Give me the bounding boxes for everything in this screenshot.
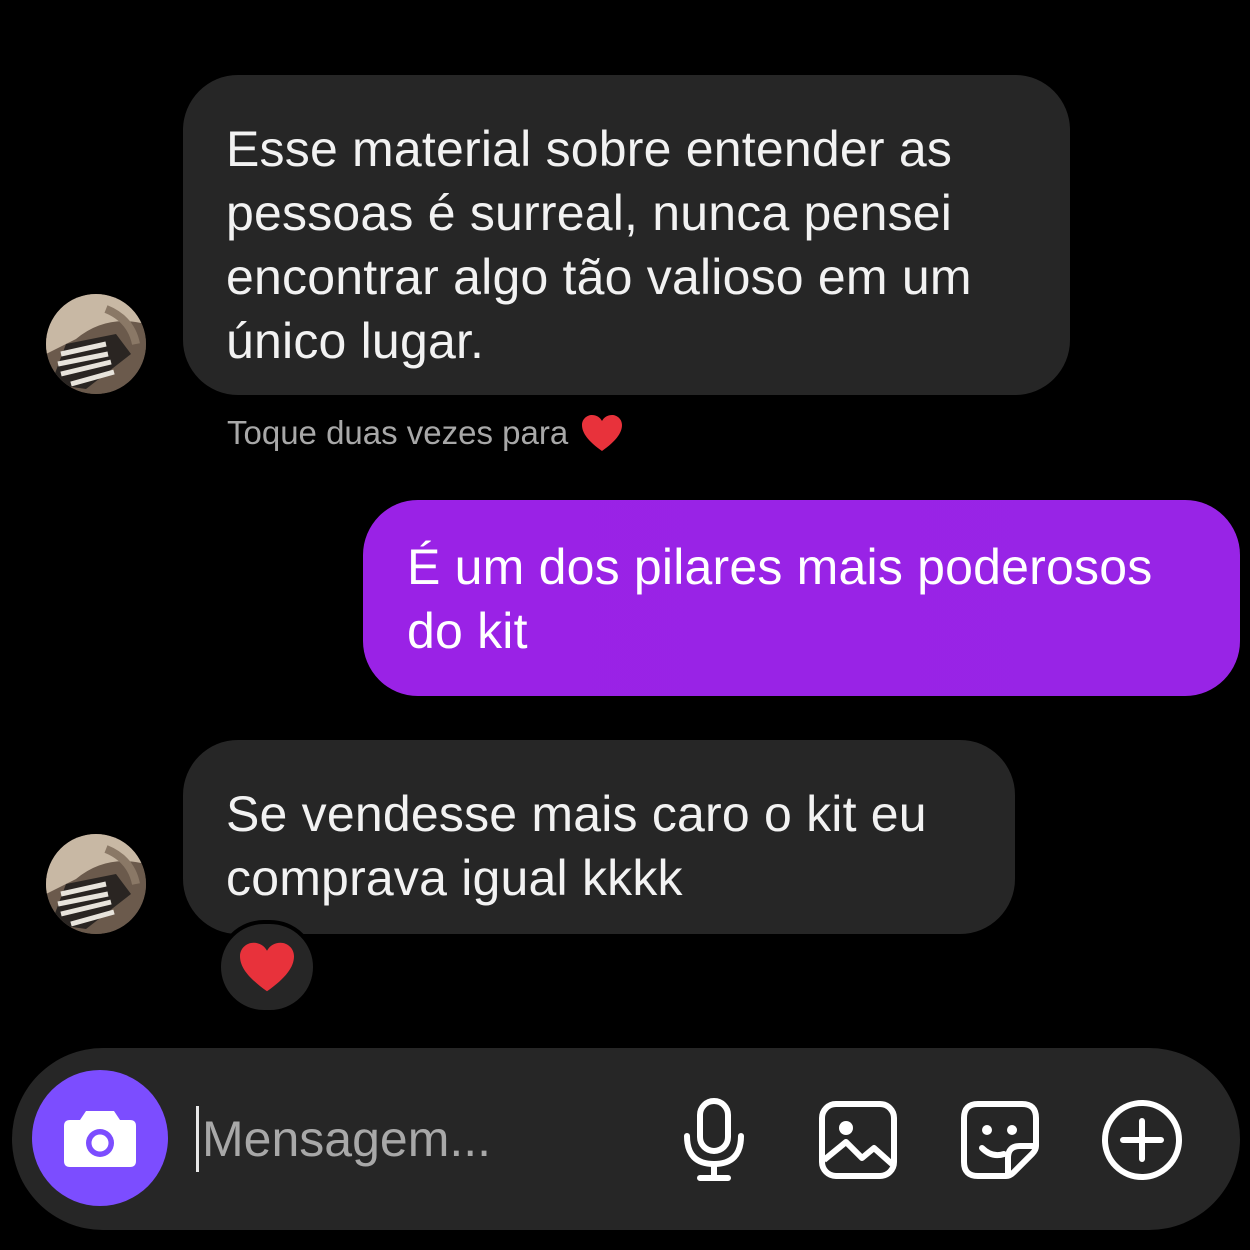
- add-circle-icon: [1102, 1100, 1182, 1180]
- voice-message-button[interactable]: [672, 1098, 756, 1182]
- message-line: encontrar algo tão valioso em um: [226, 249, 972, 305]
- heart-icon: [582, 415, 623, 451]
- avatar-photo: [46, 294, 146, 394]
- gallery-icon: [819, 1101, 897, 1179]
- message-reaction[interactable]: [217, 920, 317, 1014]
- camera-button[interactable]: [32, 1070, 168, 1206]
- message-line: É um dos pilares mais poderosos: [407, 539, 1153, 595]
- heart-reaction-icon: [240, 942, 294, 992]
- message-input[interactable]: [196, 1096, 662, 1182]
- message-line: comprava igual kkkk: [226, 850, 683, 906]
- message-bubble-incoming[interactable]: Se vendesse mais caro o kit eu comprava …: [183, 740, 1015, 934]
- message-line: Se vendesse mais caro o kit eu: [226, 786, 927, 842]
- message-line: Esse material sobre entender as: [226, 121, 953, 177]
- avatar-photo: [46, 834, 146, 934]
- contact-avatar[interactable]: [46, 834, 146, 934]
- more-options-button[interactable]: [1100, 1098, 1184, 1182]
- message-composer: [12, 1048, 1240, 1230]
- sticker-icon: [961, 1101, 1039, 1179]
- message-line: pessoas é surreal, nunca pensei: [226, 185, 953, 241]
- microphone-icon: [684, 1098, 744, 1181]
- contact-avatar[interactable]: [46, 294, 146, 394]
- sticker-button[interactable]: [958, 1098, 1042, 1182]
- message-line: único lugar.: [226, 313, 485, 369]
- message-line: do kit: [407, 603, 528, 659]
- gallery-button[interactable]: [816, 1098, 900, 1182]
- camera-icon: [64, 1111, 136, 1167]
- message-bubble-incoming[interactable]: Esse material sobre entender as pessoas …: [183, 75, 1070, 395]
- like-hint-text: Toque duas vezes para: [227, 414, 569, 451]
- message-bubble-outgoing[interactable]: É um dos pilares mais poderosos do kit: [363, 500, 1240, 696]
- double-tap-like-hint: Toque duas vezes para: [227, 411, 624, 455]
